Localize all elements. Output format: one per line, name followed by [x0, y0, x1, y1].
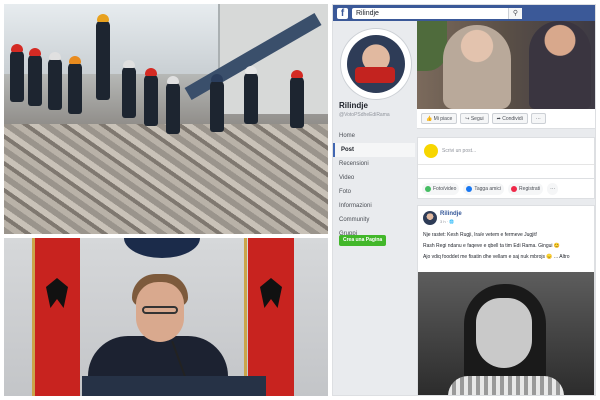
police-emblem [124, 238, 200, 258]
cover-person-woman [443, 25, 511, 109]
more-button[interactable]: ··· [530, 113, 546, 124]
nav-item-reviews[interactable]: Recensioni [333, 157, 415, 171]
page-main: 👍 Mi piace ↪ Segui ➦ Condividi ··· Scriv… [417, 21, 595, 395]
post-text-line: Rash Regi ndanu e faqeve e qbell ta tim … [423, 243, 561, 249]
search-value: Rilindje [356, 9, 379, 17]
photo-video-button[interactable]: Foto/video [422, 182, 460, 195]
create-page-button[interactable]: Crea una Pagina [339, 235, 387, 246]
albanian-flag [248, 238, 294, 396]
cover-photo[interactable] [417, 21, 595, 109]
rescue-worker [210, 74, 224, 132]
post-author[interactable]: Rilindje [440, 211, 462, 217]
avatar [347, 35, 405, 93]
post-timestamp[interactable]: 3 h · 🌐 [440, 219, 454, 224]
globe-icon: 🌐 [449, 219, 455, 224]
rescue-worker [96, 14, 110, 100]
location-icon [511, 185, 518, 192]
woman-shirt [448, 376, 564, 395]
page-action-bar: 👍 Mi piace ↪ Segui ➦ Condividi ··· [417, 109, 595, 129]
rescue-worker [244, 66, 258, 124]
rubble [4, 124, 328, 234]
composer-placeholder: Scrivi un post... [442, 148, 477, 154]
post-text-line: Nje rastet: Kesh Rugji, Ira/e vetem e fe… [423, 232, 538, 238]
post-time-text: 3 h · [440, 219, 450, 224]
profile-picture[interactable] [341, 29, 411, 99]
search-icon[interactable]: ⚲ [508, 7, 522, 19]
glasses [142, 306, 178, 314]
nav-item-info[interactable]: Informazioni [333, 199, 415, 213]
facebook-logo-icon[interactable]: f [337, 7, 348, 19]
rescue-worker [122, 60, 136, 118]
rescue-worker [68, 56, 82, 114]
avatar-badge [355, 67, 395, 83]
rescue-worker [144, 68, 158, 126]
photo-video-label: Foto/video [433, 185, 457, 192]
nav-item-post[interactable]: Post [333, 143, 415, 157]
composer-avatar [424, 144, 438, 158]
rescue-photo [4, 4, 328, 234]
post-image[interactable] [418, 272, 594, 395]
check-in-label: Registrati [519, 185, 541, 192]
post-composer[interactable]: Scrivi un post... [417, 137, 595, 179]
nav-item-photos[interactable]: Foto [333, 185, 415, 199]
podium [82, 376, 266, 396]
rescue-worker [28, 48, 42, 106]
follow-button[interactable]: ↪ Segui [460, 113, 489, 124]
photo-icon [425, 185, 431, 192]
divider [418, 164, 594, 165]
tag-friends-button[interactable]: Tagga amici [463, 182, 505, 195]
nav-item-community[interactable]: Community [333, 213, 415, 227]
cover-person-man [529, 21, 591, 109]
woman-face [476, 298, 532, 368]
facebook-topbar: f Rilindje ⚲ [333, 5, 595, 21]
composer-actions: Foto/video Tagga amici Registrati ··· [417, 179, 595, 199]
rescue-worker [48, 52, 62, 110]
facebook-page-screenshot: f Rilindje ⚲ Rilindje @VotoPSdheEdiRama … [332, 4, 596, 396]
share-label: Condividi [502, 116, 523, 122]
search-input[interactable]: Rilindje ⚲ [352, 7, 522, 19]
check-in-button[interactable]: Registrati [508, 182, 544, 195]
flag-pole [244, 238, 247, 396]
follow-label: Segui [470, 116, 484, 122]
official-photo [4, 238, 328, 396]
page-sidebar: Rilindje @VotoPSdheEdiRama Home Post Rec… [333, 21, 415, 395]
more-options-button[interactable]: ··· [547, 182, 559, 195]
flag-pole [32, 238, 35, 396]
page-name[interactable]: Rilindje [339, 101, 368, 110]
rescue-worker [10, 44, 24, 102]
tag-friends-label: Tagga amici [474, 185, 502, 192]
page-handle[interactable]: @VotoPSdheEdiRama [339, 112, 390, 118]
albanian-flag [34, 238, 80, 396]
like-button[interactable]: 👍 Mi piace [421, 113, 458, 124]
nav-item-video[interactable]: Video [333, 171, 415, 185]
tag-icon [466, 185, 473, 192]
like-label: Mi piace [433, 116, 453, 122]
nav-item-home[interactable]: Home [333, 129, 415, 143]
feed-post: Rilindje 3 h · 🌐 Nje rastet: Kesh Rugji,… [417, 205, 595, 395]
share-button[interactable]: ➦ Condividi [491, 113, 528, 124]
post-text-line: Ajo vdiq fooddet me fisatin dhe vellam e… [423, 254, 570, 260]
rescue-worker [166, 76, 180, 134]
post-author-avatar[interactable] [423, 211, 437, 225]
page-nav: Home Post Recensioni Video Foto Informaz… [333, 129, 415, 241]
rescue-worker [290, 70, 304, 128]
